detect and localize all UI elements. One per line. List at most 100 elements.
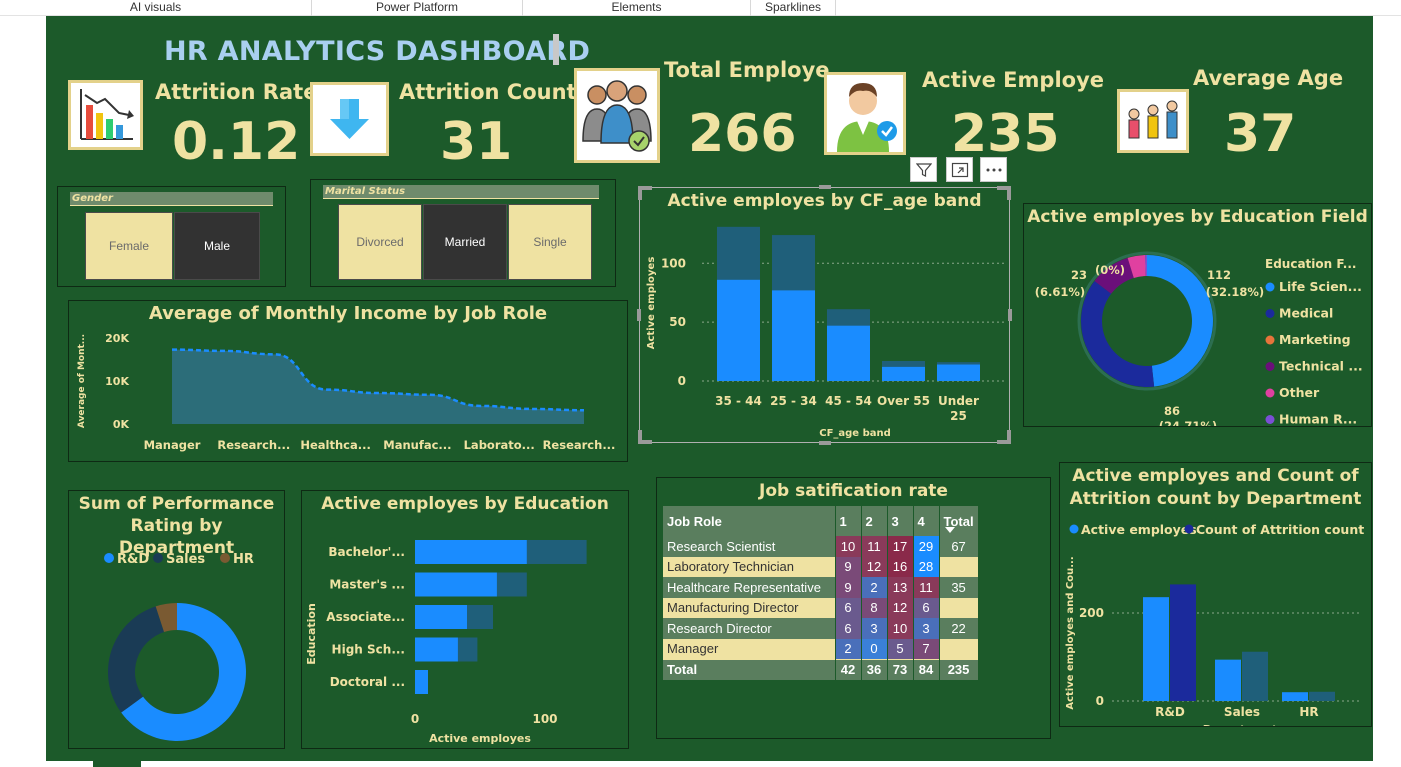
income-area — [172, 349, 584, 424]
page-tab-indicator[interactable] — [93, 761, 141, 767]
table-row[interactable]: Manager 2 0 5 7 — [663, 638, 979, 659]
table-cell-role: Research Director — [663, 618, 836, 639]
marital-status-slicer: Marital Status Divorced Married Single — [310, 179, 616, 287]
gender-slicer: Gender Female Male — [57, 186, 286, 287]
perf-legend-dot — [153, 553, 163, 563]
age-xtick: Over 55 — [877, 394, 930, 408]
edfield-legend-item: Life Scien... — [1279, 279, 1362, 294]
income-xtick: Laborato... — [464, 438, 535, 452]
edu-ylabel: Education — [305, 603, 318, 665]
filter-icon[interactable] — [910, 157, 937, 182]
table-total-cell: 73 — [887, 658, 914, 680]
table-cell-value: 35 — [939, 577, 979, 598]
table-cell-value: 28 — [913, 556, 940, 577]
dept-xtick: Sales — [1224, 705, 1260, 719]
edu-ytick: Doctoral ... — [330, 675, 405, 689]
perf-legend-item: Sales — [166, 552, 205, 567]
age-band-chart[interactable]: Active employes by CF_age band 0 50 100 Act… — [639, 187, 1010, 443]
resize-handle-bottom[interactable] — [819, 441, 831, 445]
table-header-cell[interactable]: 2 — [861, 506, 888, 536]
edfield-legend-item: Medical — [1279, 306, 1333, 321]
sort-desc-icon[interactable] — [945, 527, 955, 533]
table-row[interactable]: Research Scientist 10 11 17 29 67 — [663, 536, 979, 557]
edfield-label: (0%) — [1095, 263, 1125, 277]
income-chart-svg: 0K 10K 20K Average of Mont... Manager Researc… — [77, 332, 616, 452]
resize-handle-tr-v[interactable] — [1007, 186, 1011, 200]
resize-handle-top[interactable] — [819, 185, 831, 189]
marital-option-married[interactable]: Married — [423, 204, 507, 280]
table-row[interactable]: Manufacturing Director 6 8 12 6 — [663, 597, 979, 618]
edfield-legend-dot — [1265, 362, 1275, 371]
marital-option-single[interactable]: Single — [508, 204, 592, 280]
table-cell-value: 3 — [861, 618, 888, 639]
edu-xlabel: Active employes — [429, 732, 531, 745]
text-cursor — [553, 34, 559, 65]
table-header-cell[interactable]: 4 — [913, 506, 940, 536]
resize-handle-tl-v[interactable] — [638, 186, 642, 200]
ribbon-tab-power-platform[interactable]: Power Platform — [312, 0, 523, 16]
dept-xtick: R&D — [1155, 705, 1185, 719]
education-chart[interactable]: Active employes by Education Bachelor'..… — [301, 490, 629, 749]
attrition-rate-label: Attrition Rate — [155, 80, 318, 104]
resize-handle-bl-v[interactable] — [638, 430, 642, 444]
education-field-chart[interactable]: Active employes by Education Field 112 (3… — [1023, 203, 1372, 427]
dept-attrition-chart[interactable]: Active employes and Count of Attrition c… — [1059, 462, 1372, 727]
ribbon-tab-elements[interactable]: Elements — [523, 0, 751, 16]
income-by-job-role-chart[interactable]: Average of Monthly Income by Job Role 0K… — [68, 300, 628, 462]
focus-mode-icon[interactable] — [946, 157, 973, 182]
edu-bar-active — [415, 540, 527, 564]
dept-bar-attrition — [1242, 651, 1268, 701]
table-cell-value: 9 — [835, 556, 862, 577]
table-cell-value — [939, 638, 979, 659]
gender-option-female[interactable]: Female — [85, 212, 173, 280]
table-row[interactable]: Laboratory Technician 9 12 16 28 — [663, 556, 979, 577]
table-row[interactable]: Research Director 6 3 10 3 22 — [663, 618, 979, 639]
gender-slicer-header: Gender — [70, 192, 273, 206]
table-cell-value: 67 — [939, 536, 979, 557]
bottom-strip — [0, 761, 1401, 767]
resize-handle-left[interactable] — [637, 309, 641, 321]
job-satisfaction-title: Job satification rate — [759, 481, 948, 501]
age-xtick: 45 - 54 — [825, 394, 872, 408]
job-satisfaction-table[interactable]: Job satification rate Job Role 1 2 3 4 Total R… — [656, 477, 1051, 739]
attrition-rate-value: 0.12 — [172, 112, 301, 172]
table-cell-value: 22 — [939, 618, 979, 639]
dept-ytick: 200 — [1079, 606, 1104, 620]
perf-legend-dot — [104, 553, 114, 563]
age-ytick: 100 — [661, 256, 686, 270]
table-cell-value: 10 — [835, 536, 862, 557]
dept-chart-svg: Active employes Count of Attrition count 0… — [1065, 522, 1364, 726]
income-ylabel: Average of Mont... — [77, 334, 87, 428]
more-options-icon[interactable] — [980, 157, 1007, 182]
resize-handle-right[interactable] — [1008, 309, 1012, 321]
family-icon — [1120, 92, 1186, 150]
performance-by-dept-chart[interactable]: Sum of Performance Rating by Department … — [68, 490, 285, 749]
age-xtick: 25 — [950, 409, 967, 423]
age-bar-active — [937, 364, 980, 381]
table-total-cell: 235 — [939, 658, 979, 680]
ribbon-tab-ai-visuals[interactable]: AI visuals — [0, 0, 312, 16]
resize-handle-br-v[interactable] — [1007, 430, 1011, 444]
table-cell-value: 29 — [913, 536, 940, 557]
edfield-legend-title: Education F... — [1265, 257, 1356, 271]
age-bar-active — [827, 325, 870, 381]
marital-option-divorced[interactable]: Divorced — [338, 204, 422, 280]
edfield-label: 86 — [1164, 404, 1180, 418]
attrition-count-icon-box — [310, 82, 389, 156]
table-header-cell[interactable]: 3 — [887, 506, 914, 536]
table-cell-value: 12 — [861, 556, 888, 577]
table-cell-value: 6 — [835, 597, 862, 618]
table-header-cell[interactable]: 1 — [835, 506, 862, 536]
ribbon-tab-sparklines[interactable]: Sparklines — [751, 0, 836, 16]
edu-ytick: High Sch... — [332, 643, 405, 657]
table-cell-value: 7 — [913, 638, 940, 659]
table-cell-value: 6 — [913, 597, 940, 618]
table-cell-value: 3 — [913, 618, 940, 639]
marital-slicer-header: Marital Status — [323, 185, 599, 199]
income-xtick: Research... — [543, 438, 616, 452]
income-ytick: 20K — [105, 332, 129, 345]
table-header-cell[interactable]: Job Role — [663, 506, 836, 536]
table-total-row: Total 42 36 73 84 235 — [663, 658, 979, 680]
gender-option-male[interactable]: Male — [174, 212, 260, 280]
table-row[interactable]: Healthcare Representative 9 2 13 11 35 — [663, 577, 979, 598]
